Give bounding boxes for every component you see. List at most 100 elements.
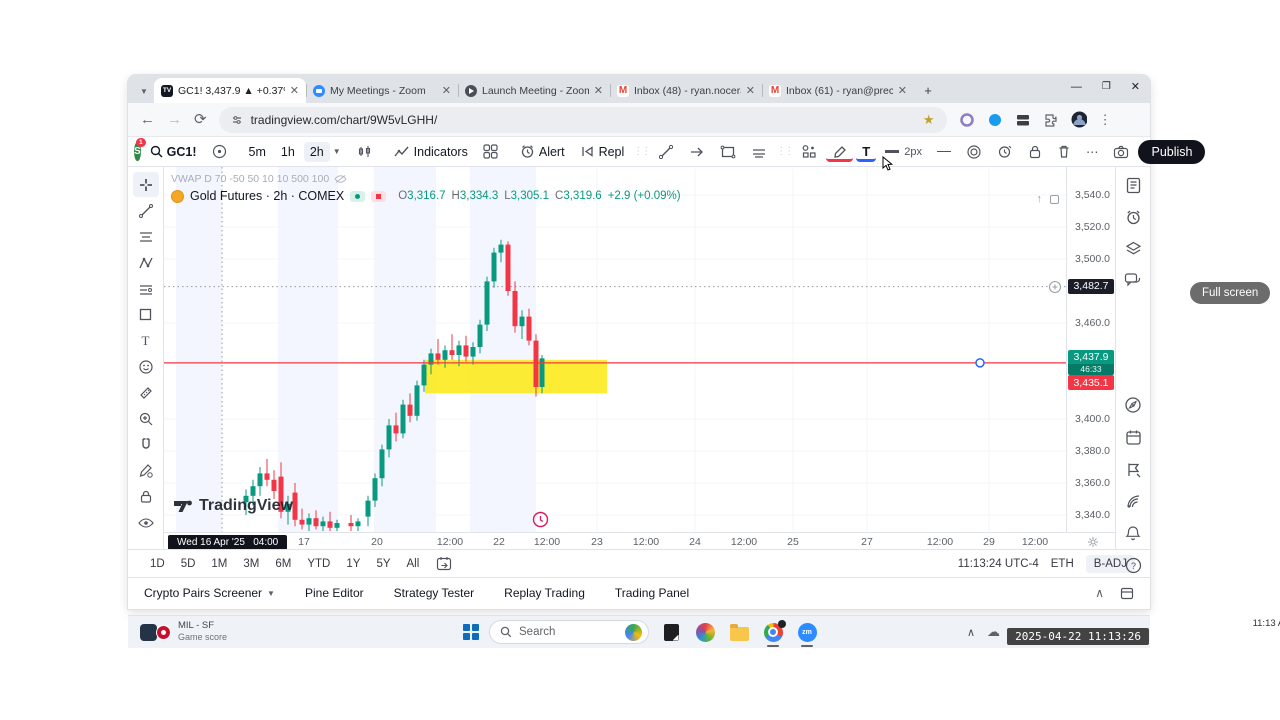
axis-settings-gear-icon[interactable] — [1087, 536, 1099, 548]
long-short-position-icon[interactable] — [795, 141, 823, 162]
tool-text-icon[interactable]: T — [133, 328, 159, 353]
lock-icon[interactable] — [1022, 141, 1048, 162]
tool-zoom-in-icon[interactable] — [133, 406, 159, 431]
timeframe-1h[interactable]: 1h — [275, 142, 301, 162]
tray-chevron-icon[interactable]: ∧ — [967, 626, 975, 639]
add-alert-icon[interactable] — [991, 141, 1019, 162]
streams-signal-icon[interactable] — [1125, 493, 1142, 510]
tab-close-icon[interactable]: ✕ — [594, 84, 603, 97]
indicators-button[interactable]: Indicators — [388, 142, 474, 162]
tab-close-icon[interactable]: ✕ — [290, 84, 299, 97]
timeframe-2h[interactable]: 2h — [303, 141, 330, 162]
buy-status-pill[interactable] — [350, 190, 366, 202]
window-maximize-button[interactable]: ❐ — [1102, 81, 1111, 92]
browser-tab[interactable]: Launch Meeting - Zoom ✕ — [458, 78, 610, 103]
taskbar-file-explorer-icon[interactable] — [727, 620, 751, 644]
notifications-bell-icon[interactable] — [1125, 525, 1141, 542]
tool-lock-drawings-icon[interactable] — [133, 484, 159, 509]
compare-icon[interactable] — [206, 141, 233, 162]
tool-emoji-icon[interactable] — [133, 354, 159, 379]
extension-a-icon[interactable] — [959, 112, 975, 128]
range-1y[interactable]: 1Y — [339, 555, 367, 573]
site-settings-icon[interactable] — [231, 114, 243, 126]
tab-close-icon[interactable]: ✕ — [898, 84, 907, 97]
alerts-clock-icon[interactable] — [1125, 209, 1142, 226]
browser-tab[interactable]: M Inbox (61) - ryan@precision... ✕ — [762, 78, 914, 103]
session-eth[interactable]: ETH — [1051, 558, 1074, 570]
chat-icon[interactable] — [1124, 272, 1142, 288]
extensions-puzzle-icon[interactable] — [1043, 112, 1059, 128]
snapshot-camera-icon[interactable] — [1107, 142, 1135, 162]
tool-hide-drawings-icon[interactable] — [133, 510, 159, 535]
browser-tab[interactable]: M Inbox (48) - ryan.nocera@g... ✕ — [610, 78, 762, 103]
panel-collapse-chevron-icon[interactable]: ∧ — [1095, 586, 1104, 600]
replay-button[interactable]: Repl — [574, 142, 631, 162]
panel-tab-pine-editor[interactable]: Pine Editor — [305, 586, 364, 600]
extension-b-icon[interactable] — [987, 112, 1003, 128]
price-axis[interactable]: 3,540.0 3,520.0 3,500.0 3,460.0 3,400.0 3,380… — [1066, 167, 1115, 532]
tool-prediction-icon[interactable] — [133, 276, 159, 301]
line-drag-handle[interactable] — [975, 358, 985, 368]
profile-avatar[interactable] — [1071, 111, 1087, 128]
taskbar-chrome-icon[interactable] — [761, 619, 786, 647]
timeframe-5m[interactable]: 5m — [243, 142, 272, 162]
hotlist-compass-icon[interactable] — [1124, 396, 1142, 414]
candlestick-chart[interactable] — [164, 167, 1066, 532]
extension-c-icon[interactable] — [1015, 112, 1031, 128]
tool-trend-line-icon[interactable] — [133, 198, 159, 223]
taskbar-zoom-icon[interactable]: zm — [795, 620, 819, 647]
more-options-icon[interactable]: ⋯ — [1080, 141, 1105, 162]
rectangle-tool-icon[interactable] — [714, 141, 742, 163]
chart-type-icon[interactable] — [351, 141, 378, 162]
range-5y[interactable]: 5Y — [369, 555, 397, 573]
watchlist-icon[interactable] — [1125, 177, 1142, 194]
chart-pane[interactable]: VWAP D 70 -50 50 10 10 500 100 Gold Futu… — [164, 167, 1115, 549]
tray-clock[interactable]: 11:13 AM — [1253, 618, 1280, 629]
pane-maximize-icon[interactable] — [1050, 194, 1059, 204]
taskbar-search[interactable]: Search — [489, 620, 649, 644]
window-close-button[interactable]: ✕ — [1131, 80, 1140, 93]
alert-button[interactable]: Alert — [514, 141, 571, 162]
taskbar-widget[interactable]: MIL - SF Game score — [128, 620, 348, 643]
trash-icon[interactable] — [1051, 141, 1077, 162]
tool-crosshair-icon[interactable] — [132, 172, 159, 197]
panel-tab-strategy-tester[interactable]: Strategy Tester — [394, 586, 474, 600]
range-ytd[interactable]: YTD — [300, 555, 337, 573]
range-5d[interactable]: 5D — [174, 555, 203, 573]
toolbar-drag-handle[interactable]: ⋮⋮ — [633, 146, 651, 157]
time-axis[interactable]: 17 20 12:00 22 12:00 23 12:00 24 12:00 25 27 12:00 2… — [164, 532, 1115, 549]
range-1d[interactable]: 1D — [143, 555, 172, 573]
panel-restore-icon[interactable] — [1120, 587, 1134, 600]
back-icon[interactable]: ← — [140, 112, 155, 127]
reload-icon[interactable]: ⟳ — [194, 112, 207, 127]
symbol-legend-row[interactable]: Gold Futures · 2h · COMEX O3,316.7 H3,334… — [171, 189, 681, 203]
browser-tab[interactable]: My Meetings - Zoom ✕ — [306, 78, 458, 103]
symbol-search-button[interactable]: GC1! — [144, 142, 203, 162]
brush-color-icon[interactable] — [826, 142, 854, 162]
range-1m[interactable]: 1M — [204, 555, 234, 573]
clock-utc[interactable]: 11:13:24 UTC-4 — [958, 558, 1039, 570]
bookmark-star-icon[interactable]: ★ — [923, 112, 935, 128]
panel-tab-replay-trading[interactable]: Replay Trading — [504, 586, 585, 600]
indicator-hidden-eye-icon[interactable] — [334, 174, 347, 184]
trend-line-tool-icon[interactable] — [652, 141, 680, 163]
arrow-tool-icon[interactable] — [683, 141, 711, 163]
range-3m[interactable]: 3M — [236, 555, 266, 573]
range-6m[interactable]: 6M — [268, 555, 298, 573]
tab-close-icon[interactable]: ✕ — [746, 84, 755, 97]
help-icon[interactable]: ? — [1125, 557, 1142, 574]
pane-move-up-icon[interactable]: ↑ — [1037, 193, 1043, 205]
object-tree-layers-icon[interactable] — [1125, 241, 1142, 257]
tool-shapes-icon[interactable] — [133, 302, 159, 327]
tab-close-icon[interactable]: ✕ — [442, 84, 451, 97]
tray-onedrive-icon[interactable]: ☁ — [987, 624, 1000, 640]
tool-measure-icon[interactable] — [133, 380, 159, 405]
range-all[interactable]: All — [400, 555, 427, 573]
target-icon[interactable] — [960, 141, 988, 163]
panel-tab-trading-panel[interactable]: Trading Panel — [615, 586, 689, 600]
window-minimize-button[interactable]: — — [1071, 81, 1082, 93]
user-avatar[interactable]: S1 — [134, 138, 146, 161]
address-bar[interactable]: tradingview.com/chart/9W5vLGHH/ ★ — [218, 106, 947, 133]
supply-zone-rectangle[interactable] — [425, 359, 607, 394]
line-style-button[interactable] — [931, 148, 957, 156]
